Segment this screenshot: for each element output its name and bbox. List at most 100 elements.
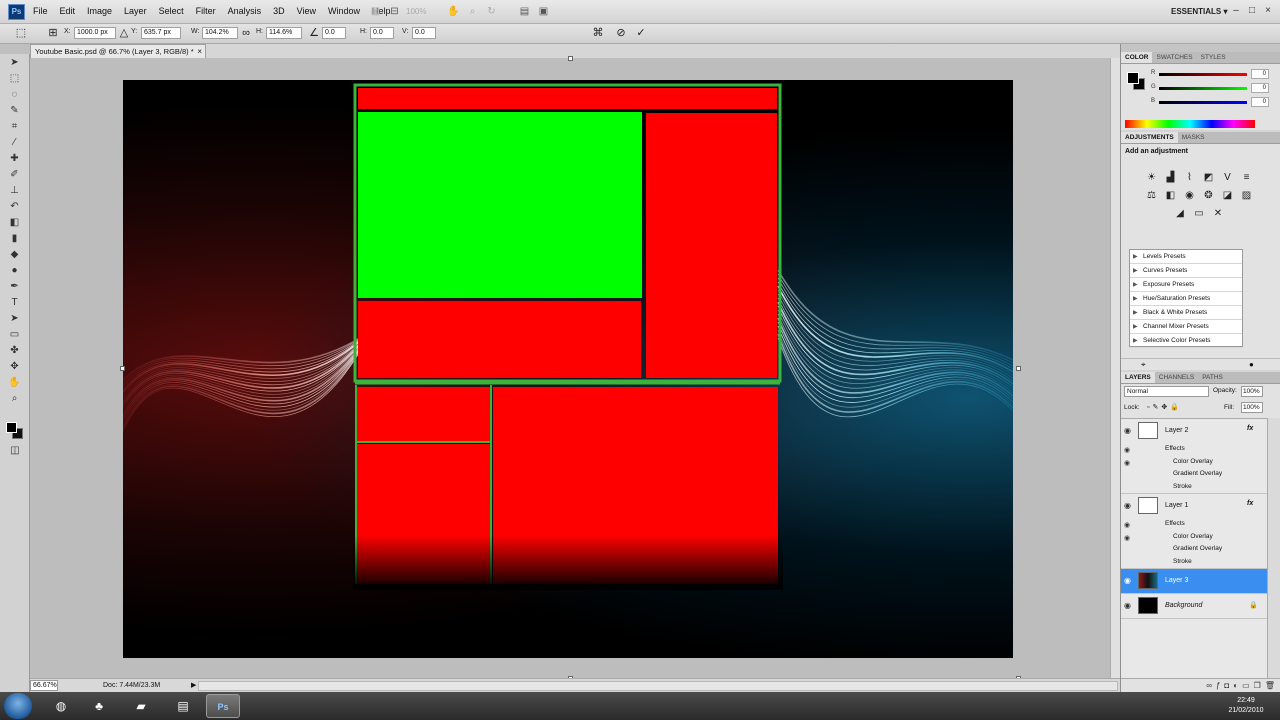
description-block[interactable] [358,301,641,378]
zoom-level-select[interactable]: 100% [406,7,442,16]
layer-row-layer-1[interactable]: ◉ Layer 1 fx ◉ Effects ◉ Color Overlay Gra… [1121,494,1267,569]
green-value-field[interactable]: 0 [1251,83,1269,93]
effect-row[interactable]: ◉ Color Overlay [1121,531,1267,544]
status-menu-arrow-icon[interactable]: ▶ [191,681,196,689]
tab-masks[interactable]: MASKS [1178,132,1209,143]
lock-options-icons[interactable]: ▫✎✥🔒 [1147,403,1182,411]
move-tool-icon[interactable]: ➤ [6,55,24,70]
threshold-icon[interactable]: ◢ [1173,206,1188,221]
expand-arrow-icon[interactable]: ▶ [1133,334,1138,348]
chrome-icon[interactable]: ◍ [44,694,78,718]
panel-dock-grip[interactable] [1121,44,1280,52]
tab-layers[interactable]: LAYERS [1121,372,1155,383]
v-skew-field[interactable]: 0.0 [412,27,436,39]
blue-slider[interactable] [1159,101,1247,104]
exposure-icon[interactable]: ◩ [1201,170,1216,185]
toolbox-grip[interactable] [0,44,30,54]
menu-layer[interactable]: Layer [118,6,153,16]
transform-handle-top[interactable] [568,56,573,61]
header-banner-block[interactable] [358,88,777,109]
y-position-field[interactable]: 635.7 px [141,27,181,39]
expand-arrow-icon[interactable]: ▶ [1133,278,1138,292]
preset-selective-color[interactable]: ▶ Selective Color Presets [1130,334,1242,348]
blue-value-field[interactable]: 0 [1251,97,1269,107]
channel-info-block[interactable] [357,387,490,441]
link-icon[interactable]: ∞ [239,26,253,40]
visibility-eye-icon[interactable]: ◉ [1124,426,1131,435]
clip-to-layer-icon[interactable]: ⌖ [1141,360,1146,370]
video-player-block[interactable] [358,112,642,298]
people-icon[interactable]: ♣ [82,694,116,718]
tab-swatches[interactable]: SWATCHES [1152,52,1196,63]
color-spectrum-bar[interactable] [1125,120,1255,128]
delete-layer-icon[interactable]: 🗑 [1265,679,1275,692]
type-tool-icon[interactable]: T [6,295,24,310]
color-balance-icon[interactable]: ⚖ [1144,188,1159,203]
fx-icon[interactable]: fx [1247,425,1253,432]
healing-brush-tool-icon[interactable]: ✚ [6,151,24,166]
black-white-icon[interactable]: ◧ [1163,188,1178,203]
green-slider[interactable] [1159,87,1247,90]
layer-style-icon[interactable]: ƒ [1216,679,1220,692]
brightness-icon[interactable]: ☀ [1144,170,1159,185]
curves-icon[interactable]: ⌇ [1182,170,1197,185]
effect-row[interactable]: Stroke [1121,481,1267,494]
gradient-tool-icon[interactable]: ▮ [6,231,24,246]
red-value-field[interactable]: 0 [1251,69,1269,79]
opacity-field[interactable]: 100% [1241,386,1263,397]
gradient-map-icon[interactable]: ▭ [1192,206,1207,221]
expand-arrow-icon[interactable]: ▶ [1133,306,1138,320]
transform-handle-right[interactable] [1016,366,1021,371]
hue-saturation-icon[interactable]: ≡ [1239,170,1254,185]
clone-stamp-tool-icon[interactable]: ⊥ [6,183,24,198]
expand-arrow-icon[interactable]: ▶ [1133,292,1138,306]
h-skew-field[interactable]: 0.0 [370,27,394,39]
hand-tool-icon[interactable]: ✋ [446,4,461,19]
eraser-tool-icon[interactable]: ◧ [6,215,24,230]
layer-row-layer-2[interactable]: ◉ Layer 2 fx ◉ Effects ◉ Color Overlay Gra… [1121,419,1267,494]
blend-mode-select[interactable]: Normal [1124,386,1209,397]
menu-edit[interactable]: Edit [54,6,82,16]
dodge-tool-icon[interactable]: ● [6,263,24,278]
invert-icon[interactable]: ◪ [1220,188,1235,203]
tab-paths[interactable]: PATHS [1198,372,1227,383]
vertical-scrollbar[interactable] [1110,58,1120,678]
height-field[interactable]: 114.6% [266,27,302,39]
history-brush-tool-icon[interactable]: ↶ [6,199,24,214]
tab-styles[interactable]: STYLES [1197,52,1230,63]
menu-analysis[interactable]: Analysis [222,6,268,16]
color-foreground-swatch[interactable] [1127,72,1139,84]
layer-mask-icon[interactable]: ◘ [1224,679,1229,692]
channel-mixer-icon[interactable]: ❂ [1201,188,1216,203]
minimize-icon[interactable]: – [1230,5,1242,17]
brush-tool-icon[interactable]: ✐ [6,167,24,182]
foreground-color-swatch[interactable] [6,422,17,433]
lasso-tool-icon[interactable]: ◌ [6,87,24,102]
effects-row[interactable]: ◉ Effects [1121,443,1267,456]
preset-options-icon[interactable]: ● [1249,360,1254,369]
pen-tool-icon[interactable]: ✒ [6,279,24,294]
document-close-icon[interactable]: × [197,45,202,58]
menu-window[interactable]: Window [322,6,366,16]
warp-mode-icon[interactable]: ⌘ [591,26,605,40]
width-field[interactable]: 104.2% [202,27,238,39]
preset-hue-saturation[interactable]: ▶ Hue/Saturation Presets [1130,292,1242,306]
menu-filter[interactable]: Filter [190,6,222,16]
menu-view[interactable]: View [291,6,322,16]
close-icon[interactable]: × [1262,5,1274,17]
document-canvas[interactable] [123,80,1013,658]
horizontal-scrollbar[interactable] [198,681,1118,691]
layers-scrollbar[interactable] [1267,418,1280,678]
zoom-tool-icon[interactable]: ⌕ [6,391,24,406]
preset-exposure[interactable]: ▶ Exposure Presets [1130,278,1242,292]
preset-curves[interactable]: ▶ Curves Presets [1130,264,1242,278]
3d-orbit-tool-icon[interactable]: ✥ [6,359,24,374]
crop-tool-icon[interactable]: ⌗ [6,119,24,134]
effect-row[interactable]: Gradient Overlay [1121,543,1267,556]
tab-channels[interactable]: CHANNELS [1155,372,1198,383]
photoshop-taskbar-icon[interactable]: Ps [206,694,240,718]
red-slider[interactable] [1159,73,1247,76]
folder-icon[interactable]: ▰ [124,694,158,718]
selective-color-icon[interactable]: ✕ [1211,206,1226,221]
preset-channel-mixer[interactable]: ▶ Channel Mixer Presets [1130,320,1242,334]
